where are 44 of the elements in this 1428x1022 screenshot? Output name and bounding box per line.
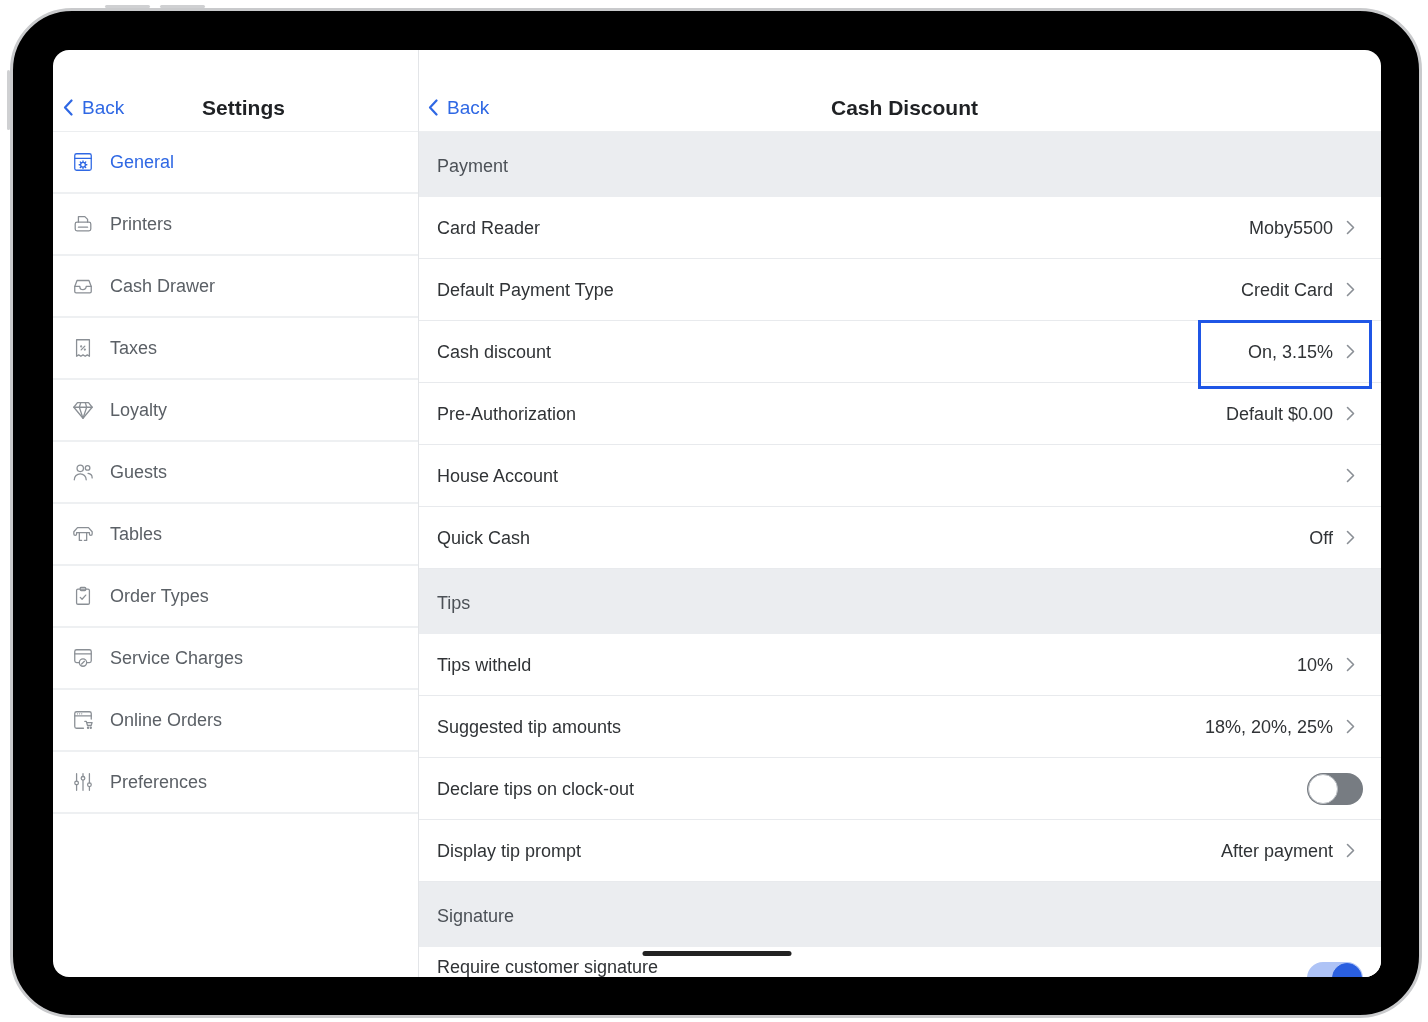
setting-value: Off (1309, 527, 1333, 548)
chevron-right-icon (1346, 843, 1355, 858)
setting-label: Pre-Authorization (437, 403, 578, 424)
setting-label: Require customer signature (437, 957, 660, 977)
setting-label: House Account (437, 465, 560, 486)
setting-label: Tips witheld (437, 654, 533, 675)
chevron-left-icon (428, 99, 438, 116)
setting-label: Display tip prompt (437, 840, 583, 861)
browser-cart-icon (72, 709, 94, 731)
chevron-right-icon (1346, 530, 1355, 545)
printer-icon (72, 213, 94, 235)
toggle-switch[interactable] (1307, 772, 1363, 805)
sliders-icon (72, 771, 94, 793)
section-header: Tips (419, 569, 1381, 634)
gem-icon (72, 399, 94, 421)
card-percent-icon (72, 647, 94, 669)
setting-value: After payment (1220, 840, 1333, 861)
setting-label: Default Payment Type (437, 279, 615, 300)
chevron-right-icon (1346, 468, 1355, 483)
pane-title: Cash Discount (831, 95, 978, 120)
setting-label: Declare tips on clock-out (437, 778, 636, 799)
setting-value: 18%, 20%, 25% (1204, 716, 1333, 737)
setting-label: Card Reader (437, 217, 542, 238)
chevron-right-icon (1346, 282, 1355, 297)
setting-value: Credit Card (1240, 279, 1333, 300)
chevron-left-icon (63, 99, 73, 116)
section-header: Payment (419, 132, 1381, 197)
chevron-right-icon (1346, 406, 1355, 421)
window-gear-icon (72, 151, 94, 173)
setting-value: On, 3.15% (1247, 341, 1333, 362)
setting-value: 10% (1296, 654, 1333, 675)
setting-value: Moby5500 (1248, 217, 1333, 238)
setting-value: Default $0.00 (1225, 403, 1333, 424)
back-button[interactable]: Back (428, 96, 490, 119)
setting-label: Cash discount (437, 341, 553, 362)
chevron-right-icon (1346, 220, 1355, 235)
back-button[interactable]: Back (63, 96, 125, 119)
chevron-right-icon (1346, 657, 1355, 672)
pane-title: Settings (202, 95, 285, 120)
setting-label: Suggested tip amounts (437, 716, 623, 737)
chevron-right-icon (1346, 719, 1355, 734)
setting-label: Quick Cash (437, 527, 532, 548)
section-header: Signature (419, 882, 1381, 947)
chevron-right-icon (1346, 344, 1355, 359)
